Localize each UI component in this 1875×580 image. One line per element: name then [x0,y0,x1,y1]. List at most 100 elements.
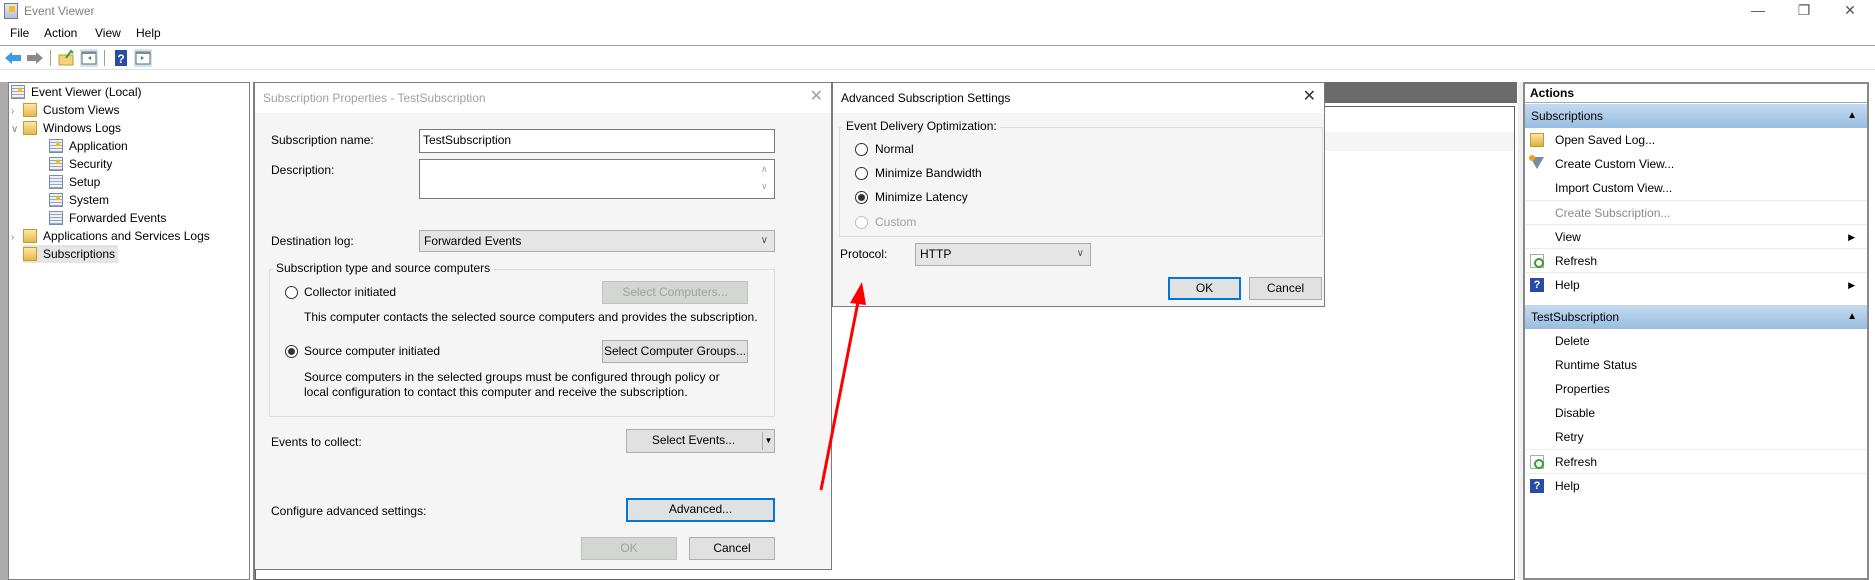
submenu-arrow-icon: ▶ [1848,280,1855,290]
collector-description: This computer contacts the selected sour… [304,310,758,324]
event-viewer-icon [11,85,25,99]
up-folder-icon[interactable] [58,49,76,67]
close-icon[interactable]: ✕ [1303,83,1316,111]
window-title: Event Viewer [24,4,95,18]
action-help[interactable]: ? Help [1525,473,1867,497]
collapse-caret-icon[interactable]: ▲ [1847,305,1857,329]
menu-file[interactable]: File [10,26,29,40]
event-delivery-optimization-title: Event Delivery Optimization: [843,119,1000,133]
toolbar-separator [50,50,51,66]
tree-item-system[interactable]: System [9,191,249,209]
restore-button[interactable]: ❐ [1781,0,1827,22]
show-hide-console-tree-icon[interactable] [80,49,98,67]
ok-button[interactable]: OK [1168,277,1241,300]
action-properties[interactable]: Properties [1525,377,1867,401]
source-computer-initiated-label[interactable]: Source computer initiated [304,344,440,358]
select-events-button[interactable]: Select Events... ▼ [626,429,775,453]
protocol-label: Protocol: [840,247,888,261]
protocol-select[interactable]: HTTP ∨ [915,243,1091,266]
collapse-chevron-icon[interactable]: ∨ [11,121,23,139]
log-warning-icon [49,193,63,207]
forward-arrow-icon[interactable] [26,49,44,67]
tree-item-subscriptions[interactable]: Subscriptions [9,245,249,263]
actions-group-testsubscription[interactable]: TestSubscription ▲ [1525,305,1867,329]
description-input[interactable] [419,159,775,199]
normal-label[interactable]: Normal [875,142,914,156]
action-create-subscription: Create Subscription... [1525,200,1867,224]
menu-action[interactable]: Action [44,26,77,40]
description-label: Description: [271,163,335,177]
destination-log-select[interactable]: Forwarded Events ∨ [419,230,775,252]
minimize-latency-radio[interactable] [855,191,868,204]
action-refresh[interactable]: Refresh [1525,248,1867,272]
tree-item-application[interactable]: Application [9,137,249,155]
actions-group-subscriptions[interactable]: Subscriptions ▲ [1525,104,1867,128]
dialog-title: Advanced Subscription Settings [833,83,1324,113]
action-disable[interactable]: Disable [1525,401,1867,425]
ok-button: OK [581,537,677,560]
action-runtime-status[interactable]: Runtime Status [1525,353,1867,377]
console-tree: Event Viewer (Local) › Custom Views ∨ Wind… [8,82,250,580]
minimize-bandwidth-label[interactable]: Minimize Bandwidth [875,166,982,180]
toolbar: ? [0,45,1875,70]
tree-item-setup[interactable]: Setup [9,173,249,191]
cancel-button[interactable]: Cancel [1249,277,1322,300]
minimize-button[interactable]: — [1735,0,1781,22]
collector-initiated-label[interactable]: Collector initiated [304,285,396,299]
cancel-button[interactable]: Cancel [689,537,775,560]
advanced-button[interactable]: Advanced... [626,498,775,522]
left-gutter [0,82,8,580]
minimize-bandwidth-radio[interactable] [855,167,868,180]
menu-help[interactable]: Help [136,26,161,40]
action-create-custom-view[interactable]: Create Custom View... [1525,152,1867,176]
subscription-properties-dialog: Subscription Properties - TestSubscripti… [254,82,832,570]
normal-radio[interactable] [855,143,868,156]
back-arrow-icon[interactable] [4,49,22,67]
log-warning-icon [49,157,63,171]
action-open-saved-log[interactable]: Open Saved Log... [1525,128,1867,152]
action-retry[interactable]: Retry [1525,425,1867,449]
tree-item-windows-logs[interactable]: ∨ Windows Logs [9,119,249,137]
select-computer-groups-button[interactable]: Select Computer Groups... [602,340,748,363]
folder-icon [23,229,37,243]
tree-item-applications-and-services-logs[interactable]: › Applications and Services Logs [9,227,249,245]
menu-bar: File Action View Help [0,24,1875,44]
collector-initiated-radio[interactable] [285,286,298,299]
close-button[interactable]: ✕ [1827,0,1873,22]
show-hide-action-pane-icon[interactable] [134,49,152,67]
tree-item-security[interactable]: Security [9,155,249,173]
action-view[interactable]: View ▶ [1525,224,1867,248]
destination-log-label: Destination log: [271,234,354,248]
dialog-title: Subscription Properties - TestSubscripti… [255,83,831,113]
configure-advanced-label: Configure advanced settings: [271,504,427,518]
menu-view[interactable]: View [95,26,121,40]
tree-item-custom-views[interactable]: › Custom Views [9,101,249,119]
log-icon [49,211,63,225]
custom-label: Custom [875,215,917,229]
select-events-dropdown-icon[interactable]: ▼ [762,432,774,450]
action-help[interactable]: ? Help ▶ [1525,272,1867,296]
submenu-arrow-icon: ▶ [1848,232,1855,242]
event-viewer-app-icon [4,3,18,19]
action-import-custom-view[interactable]: Import Custom View... [1525,176,1867,200]
title-bar: Event Viewer — ❐ ✕ [0,0,1875,24]
chevron-down-icon: ∨ [1076,248,1084,259]
refresh-icon [1530,254,1544,268]
filter-icon [1529,155,1544,169]
tree-item-event-viewer-local[interactable]: Event Viewer (Local) [9,83,249,101]
help-icon[interactable]: ? [112,49,130,67]
action-delete[interactable]: Delete [1525,329,1867,353]
expand-chevron-icon[interactable]: › [11,229,23,247]
description-scrollbar[interactable]: ∧ ∨ [761,161,768,195]
action-refresh[interactable]: Refresh [1525,449,1867,473]
subscriptions-folder-icon [23,247,37,261]
help-icon: ? [1530,278,1544,292]
close-icon[interactable]: ✕ [810,83,823,111]
subscription-name-input[interactable]: TestSubscription [419,129,775,153]
subscription-type-group-title: Subscription type and source computers [273,261,494,275]
collapse-caret-icon[interactable]: ▲ [1847,104,1857,128]
source-computer-initiated-radio[interactable] [285,345,298,358]
tree-item-forwarded-events[interactable]: Forwarded Events [9,209,249,227]
events-to-collect-label: Events to collect: [271,435,362,449]
minimize-latency-label[interactable]: Minimize Latency [875,190,968,204]
